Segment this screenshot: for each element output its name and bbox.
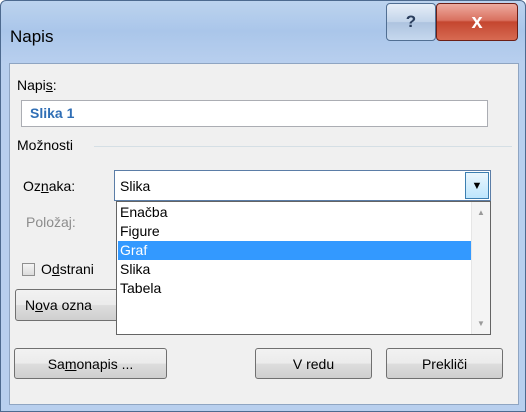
- dropdown-item[interactable]: Enačba: [118, 203, 473, 222]
- dropdown-item-selected[interactable]: Graf: [118, 241, 473, 260]
- dialog-body: Napis: Slika 1 Možnosti Oznaka: Slika ▼ …: [9, 63, 519, 405]
- new-label-button-text: Nova ozna: [25, 297, 92, 313]
- options-section-label: Možnosti: [17, 137, 74, 153]
- autocaption-button-text: Samonapis ...: [47, 355, 134, 372]
- scroll-down-arrow-icon[interactable]: ▼: [472, 315, 490, 332]
- dropdown-button[interactable]: ▼: [465, 172, 489, 199]
- exclude-label-text: Odstrani: [41, 261, 94, 277]
- chevron-down-icon: ▼: [471, 179, 483, 192]
- close-icon: x: [471, 10, 483, 33]
- help-icon: ?: [405, 12, 417, 31]
- exclude-label-checkbox[interactable]: [22, 263, 35, 276]
- label-dropdown-list: Enačba Figure Graf Slika Tabela ▲ ▼: [116, 201, 491, 335]
- section-divider: [94, 146, 512, 147]
- autocaption-button[interactable]: Samonapis ...: [14, 348, 167, 379]
- close-button[interactable]: x: [436, 3, 518, 41]
- dropdown-item[interactable]: Tabela: [118, 279, 473, 298]
- cancel-button[interactable]: Prekliči: [386, 348, 503, 379]
- caption-dialog: Napis ? x Napis: Slika 1 Možnosti Oznaka…: [0, 0, 526, 412]
- label-select-value: Slika: [120, 178, 151, 194]
- label-select[interactable]: Slika ▼: [114, 170, 491, 201]
- caption-label: Napis:: [17, 77, 57, 93]
- label-field-label: Oznaka:: [23, 178, 76, 194]
- dropdown-item[interactable]: Figure: [118, 222, 473, 241]
- position-field-label: Položaj:: [26, 214, 76, 230]
- ok-button[interactable]: V redu: [255, 348, 372, 379]
- scroll-up-arrow-icon[interactable]: ▲: [472, 204, 490, 221]
- window-title: Napis: [10, 27, 54, 46]
- caption-input[interactable]: Slika 1: [21, 100, 488, 127]
- dropdown-item[interactable]: Slika: [118, 260, 473, 279]
- dropdown-scrollbar[interactable]: ▲ ▼: [471, 202, 490, 334]
- help-button[interactable]: ?: [386, 3, 436, 41]
